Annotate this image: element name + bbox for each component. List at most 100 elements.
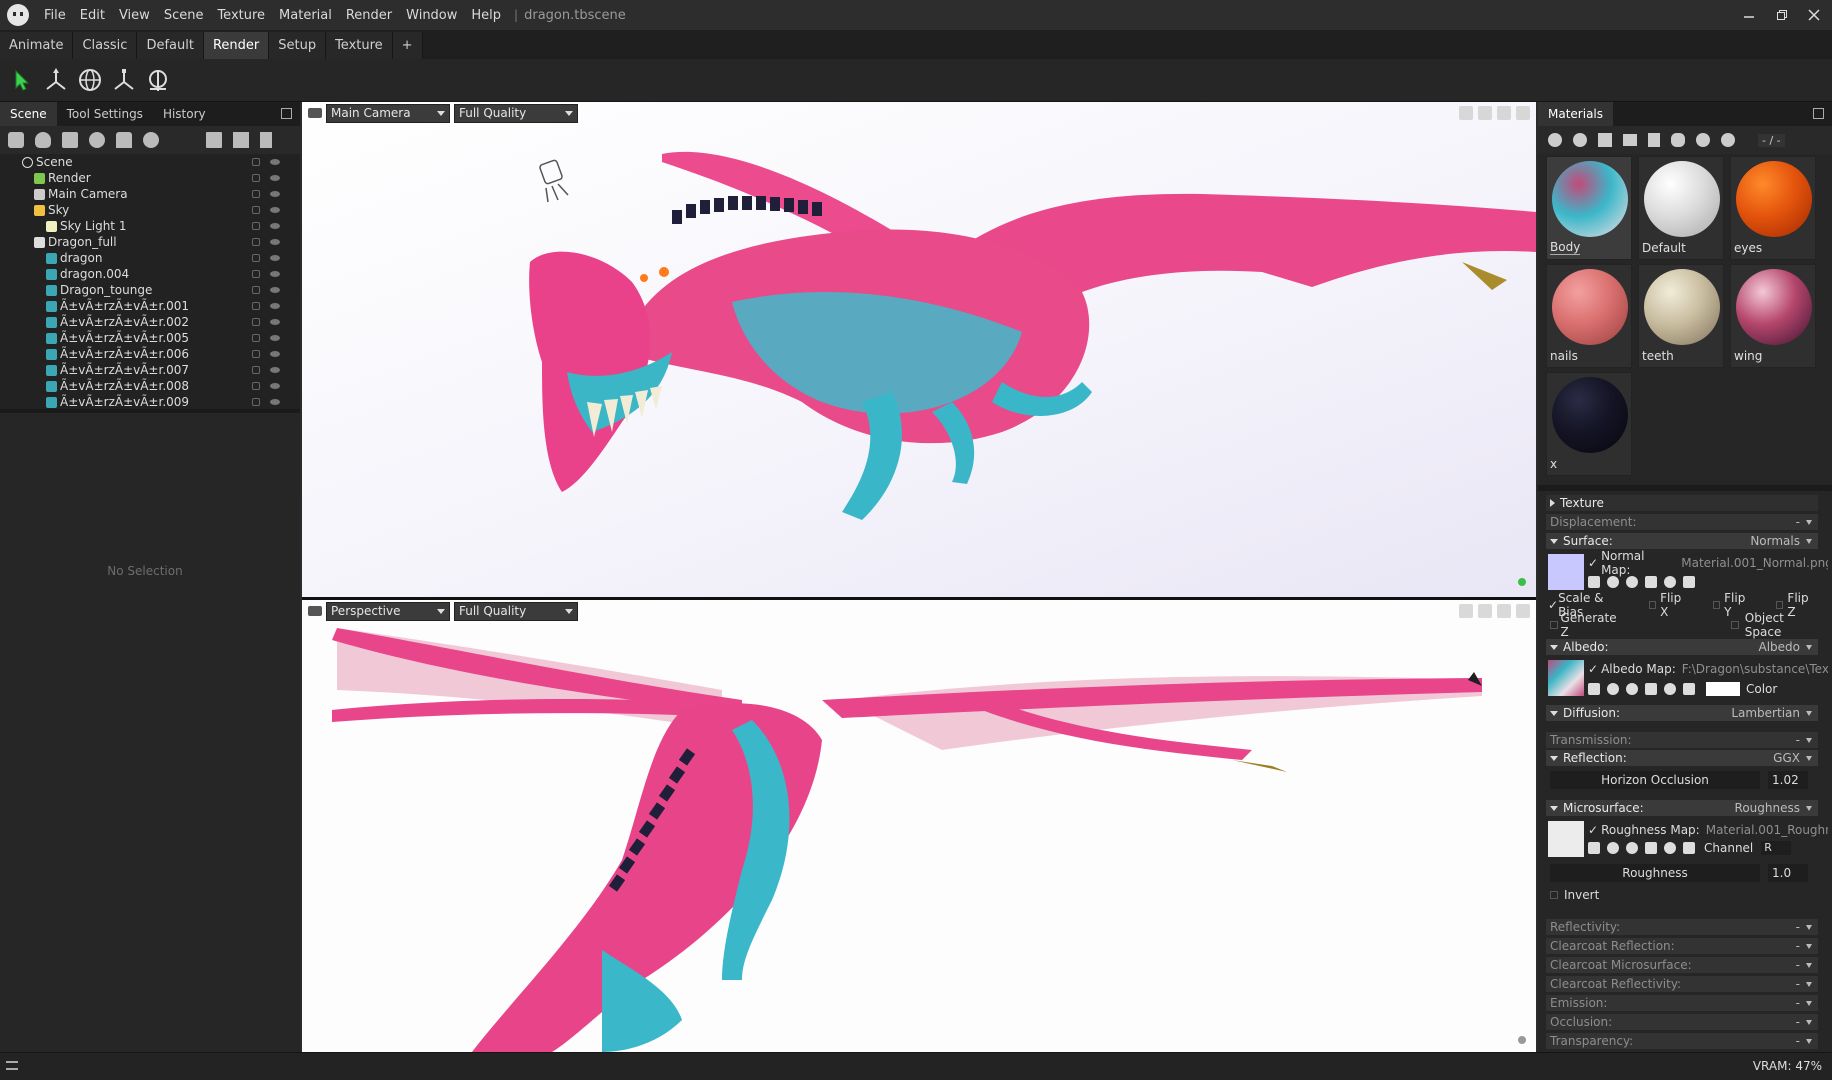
add-material-icon[interactable] [143,132,159,148]
roughness-sphere-icon[interactable] [1626,842,1638,854]
lock-icon[interactable] [252,366,260,374]
tab-default[interactable]: Default [137,32,204,59]
minimize-icon[interactable] [1731,0,1767,30]
normal-map-check[interactable]: ✓ [1588,556,1598,570]
material-wing[interactable]: wing [1730,264,1816,368]
lock-icon[interactable] [252,286,260,294]
sphere-icon[interactable] [1626,576,1638,588]
albedo-color-swatch[interactable] [1706,682,1740,696]
undock-icon[interactable] [281,108,292,119]
visibility-icon[interactable] [270,255,280,261]
visibility-icon[interactable] [270,383,280,389]
invert-check[interactable] [1550,891,1558,899]
albedo-map-thumbnail[interactable] [1548,660,1584,696]
scale-gizmo-icon[interactable] [108,64,140,96]
maximize-icon-bottom[interactable] [1516,604,1530,618]
lock-icon[interactable] [252,302,260,310]
menu-window[interactable]: Window [399,8,464,23]
roughness-map-file[interactable]: Material.001_Roughnes [1706,823,1828,837]
add-sky-icon[interactable] [89,132,105,148]
apply-material-icon[interactable] [1696,133,1710,147]
albedo-sphere-icon[interactable] [1626,683,1638,695]
tree-item[interactable]: Ã±vÃ±rzÃ±vÃ±r.001 [0,298,300,314]
trash-icon[interactable] [260,132,272,148]
menu-view[interactable]: View [112,8,157,23]
albedo-gear-icon[interactable] [1588,683,1600,695]
material-x[interactable]: x [1546,372,1632,476]
visibility-icon[interactable] [270,319,280,325]
visibility-icon[interactable] [270,175,280,181]
visibility-icon[interactable] [270,367,280,373]
roughness-gear-icon[interactable] [1588,842,1600,854]
albedo-zoom-icon[interactable] [1607,683,1619,695]
visibility-icon[interactable] [270,351,280,357]
select-arrow-icon[interactable] [6,64,38,96]
delete-material-icon[interactable] [1648,133,1660,147]
roughness-map-thumbnail[interactable] [1548,821,1584,857]
tree-item[interactable]: Dragon_tounge [0,282,300,298]
export-material-icon[interactable] [1721,133,1735,147]
tab-classic[interactable]: Classic [73,32,138,59]
lock-icon[interactable] [252,190,260,198]
microsurface-section[interactable]: Microsurface: Roughness [1546,800,1818,816]
collapsed-section[interactable]: Emission: - [1546,995,1818,1011]
tree-item[interactable]: Ã±vÃ±rzÃ±vÃ±r.005 [0,330,300,346]
rotate-gizmo-icon[interactable] [74,64,106,96]
lock-icon[interactable] [252,238,260,246]
snap-gizmo-icon[interactable] [142,64,174,96]
tab-render[interactable]: Render [203,32,270,59]
horizon-occlusion-input[interactable]: 1.02 [1768,771,1808,789]
settings-icon-bottom[interactable] [1459,604,1473,618]
albedo-section[interactable]: Albedo: Albedo [1546,639,1818,655]
add-tab-button[interactable]: + [392,32,423,59]
tree-item[interactable]: Sky [0,202,300,218]
menu-material[interactable]: Material [272,8,339,23]
collapsed-section[interactable]: Clearcoat Reflectivity: - [1546,976,1818,992]
tree-item[interactable]: Main Camera [0,186,300,202]
lock-icon[interactable] [252,254,260,262]
duplicate-material-icon[interactable] [1573,133,1587,147]
lock-icon[interactable] [252,398,260,406]
lock-icon[interactable] [252,318,260,326]
transmission-section[interactable]: Transmission: - [1546,732,1818,748]
tree-item[interactable]: Ã±vÃ±rzÃ±vÃ±r.007 [0,362,300,378]
visibility-icon[interactable] [270,239,280,245]
materials-splitter[interactable] [1538,485,1832,491]
lock-icon[interactable] [252,382,260,390]
add-camera-icon[interactable] [62,132,78,148]
menu-scene[interactable]: Scene [157,8,211,23]
viewport-main-camera[interactable]: Main Camera Full Quality [302,102,1536,597]
collapsed-section[interactable]: Transparency: - [1546,1033,1818,1049]
material-body[interactable]: Body [1546,156,1632,260]
lock-icon[interactable] [252,174,260,182]
panel-splitter[interactable] [0,409,300,413]
restore-icon[interactable] [1764,0,1800,30]
viewport-perspective[interactable]: Perspective Full Quality [302,600,1536,1052]
checker-icon[interactable] [1598,133,1612,147]
settings-icon[interactable] [1459,106,1473,120]
tree-item[interactable]: Ã±vÃ±rzÃ±vÃ±r.009 [0,394,300,410]
surface-section[interactable]: Surface: Normals [1546,533,1818,549]
lock-icon[interactable] [252,206,260,214]
tab-scene[interactable]: Scene [0,102,57,126]
tree-item[interactable]: dragon [0,250,300,266]
material-counter[interactable]: - / - [1758,133,1785,147]
visibility-icon[interactable] [270,303,280,309]
visibility-icon[interactable] [270,271,280,277]
collapsed-section[interactable]: Occlusion: - [1546,1014,1818,1030]
camera-select[interactable]: Main Camera [326,103,450,123]
visibility-icon[interactable] [270,207,280,213]
gear-icon[interactable] [1588,576,1600,588]
visibility-icon[interactable] [270,191,280,197]
tab-tool-settings[interactable]: Tool Settings [57,102,153,126]
perspective-camera-select[interactable]: Perspective [326,601,450,621]
horizon-occlusion-slider[interactable]: Horizon Occlusion [1550,771,1760,789]
menu-render[interactable]: Render [339,8,399,23]
move-gizmo-icon[interactable] [40,64,72,96]
albedo-reload-icon[interactable] [1664,683,1676,695]
visibility-icon[interactable] [270,223,280,229]
roughness-clear-icon[interactable] [1683,842,1695,854]
add-object-icon[interactable] [8,132,24,148]
duplicate-icon[interactable] [233,132,249,148]
material-nails[interactable]: nails [1546,264,1632,368]
